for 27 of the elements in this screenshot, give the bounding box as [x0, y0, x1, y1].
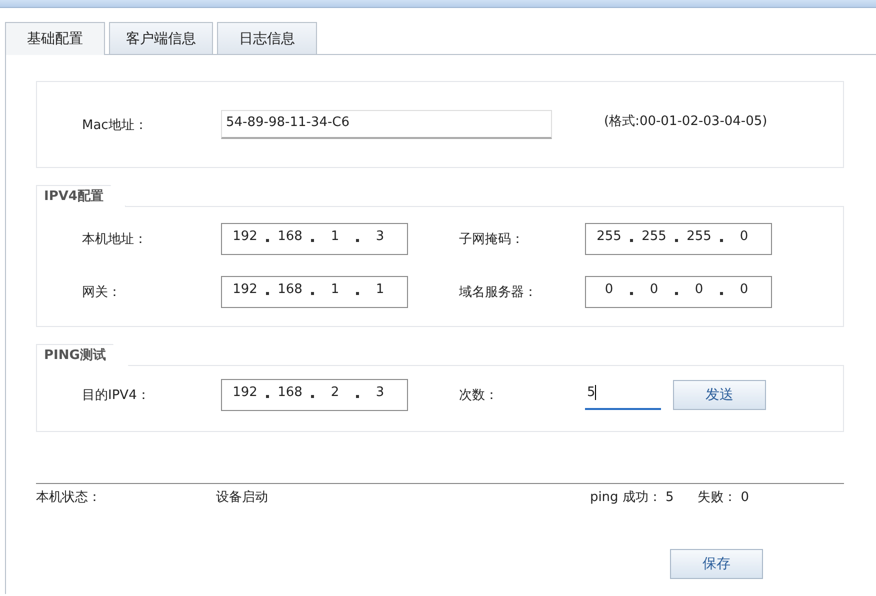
- field-label: 网关：: [82, 284, 122, 300]
- section-title: IPV4配置: [36, 185, 126, 207]
- success-label: ping 成功：: [590, 489, 662, 506]
- field-label: 域名服务器：: [459, 284, 538, 300]
- status-value: 设备启动: [216, 489, 268, 506]
- fail-label: 失败：: [698, 489, 737, 506]
- field-label: 次数：: [459, 386, 499, 404]
- mac-address-field[interactable]: 54-89-98-11-34-C6: [221, 110, 552, 139]
- ip-address-field[interactable]: 192 168 2 3: [221, 378, 408, 410]
- ip-address-field[interactable]: 0 0 0 0: [585, 276, 772, 308]
- field-label: 本机地址：: [82, 230, 148, 248]
- field-label: 目的IPV4：: [82, 386, 151, 404]
- ip-address-field[interactable]: 255 255 255 0: [585, 222, 772, 254]
- ip-address-field[interactable]: 192 168 1 3: [221, 222, 408, 254]
- format-hint: (格式:00-01-02-03-04-05): [604, 112, 768, 130]
- tab[interactable]: 客户端信息: [109, 22, 213, 54]
- field-label: 子网掩码：: [459, 230, 525, 248]
- tab[interactable]: 基础配置: [5, 22, 105, 55]
- ip-address-field[interactable]: 192 168 1 1: [221, 276, 408, 308]
- section-title: PING测试: [36, 344, 129, 366]
- send-button[interactable]: 发送: [673, 380, 766, 410]
- success-count: 5: [665, 490, 674, 504]
- save-button[interactable]: 保存: [670, 549, 763, 579]
- status-label: 本机状态：: [36, 489, 101, 506]
- fail-count: 0: [740, 490, 749, 504]
- tab[interactable]: 日志信息: [217, 22, 317, 54]
- field-label: Mac地址：: [82, 116, 148, 134]
